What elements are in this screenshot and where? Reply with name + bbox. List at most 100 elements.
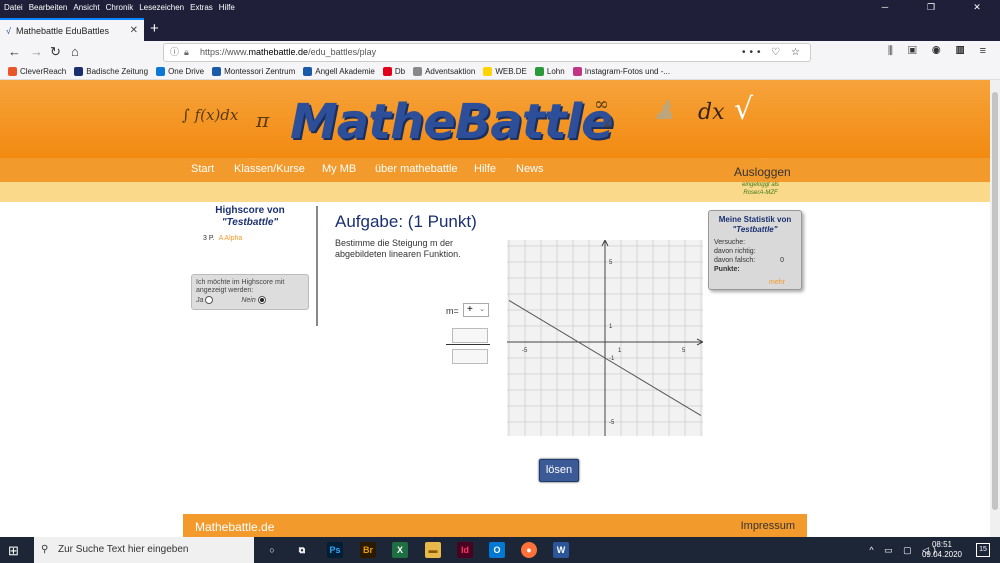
chevron-down-icon: ⌄ <box>479 306 485 313</box>
tab-title: Mathebattle EduBattles <box>15 25 110 36</box>
info-icon[interactable]: ⓘ <box>170 44 179 61</box>
bookmark-favicon-icon <box>413 67 423 76</box>
cortana-icon[interactable]: ○ <box>264 542 280 558</box>
bookmark-favicon-icon <box>382 67 392 76</box>
taskbar-clock[interactable]: 08:51 09.04.2020 <box>922 540 962 560</box>
highscore-entry: 3 P. A Alpha <box>203 235 315 242</box>
url-path: /edu_battles/play <box>308 47 377 57</box>
url-bar[interactable]: ⓘ 🔒︎ https://www.mathebattle.de/edu_batt… <box>163 43 811 62</box>
menu-lesezeichen[interactable]: Lesezeichen <box>139 3 184 12</box>
bookmark-item[interactable]: CleverReach <box>8 67 66 76</box>
menu-ansicht[interactable]: Ansicht <box>73 3 99 12</box>
page-scrollbar[interactable] <box>990 80 1000 537</box>
column-divider <box>316 206 318 326</box>
highscore-title: Highscore von <box>215 205 285 216</box>
url-actions: ••• ♡ ☆ <box>742 44 804 61</box>
hamburger-menu-icon[interactable]: ≡ <box>980 45 992 57</box>
nav-start[interactable]: Start <box>191 163 214 175</box>
navigation-bar: ← → ↻ ⌂ ⓘ 🔒︎ https://www.mathebattle.de/… <box>0 41 1000 64</box>
clock-time: 08:51 <box>931 540 952 549</box>
bookmark-item[interactable]: Adventsaktion <box>413 67 475 76</box>
pocket-icon[interactable]: ♡ <box>771 47 784 58</box>
bookmark-item[interactable]: Lohn <box>534 67 565 76</box>
windows-start-icon[interactable]: ⊞ <box>8 543 19 559</box>
reload-icon[interactable]: ↻ <box>50 44 61 60</box>
bookmark-star-icon[interactable]: ☆ <box>791 47 804 58</box>
search-placeholder: Zur Suche Text hier eingeben <box>58 544 189 555</box>
nav-ueber-mathebattle[interactable]: über mathebattle <box>375 163 458 175</box>
menu-extras[interactable]: Extras <box>190 3 213 12</box>
statistics-panel: Meine Statistik von "Testbattle" Versuch… <box>708 210 802 290</box>
solve-button[interactable]: lösen <box>539 459 579 482</box>
more-actions-icon[interactable]: ••• <box>742 47 765 58</box>
stats-wrong-label: davon falsch: <box>714 257 756 264</box>
extensions-icon[interactable]: ▦ <box>956 45 971 57</box>
bookmark-favicon-icon <box>74 67 84 76</box>
bookmark-item[interactable]: WEB.DE <box>483 67 527 76</box>
browser-tab[interactable]: √ Mathebattle EduBattles ✕ <box>0 18 144 41</box>
sub-navigation-bar <box>0 182 990 202</box>
file-explorer-icon[interactable]: ▬ <box>425 542 441 558</box>
nav-news[interactable]: News <box>516 163 544 175</box>
menu-bearbeiten[interactable]: Bearbeiten <box>29 3 68 12</box>
forward-icon[interactable]: → <box>30 44 43 59</box>
close-window-icon[interactable]: ✕ <box>954 0 1000 14</box>
sqrt-symbol-icon: √ <box>734 92 754 127</box>
sign-select[interactable]: + ⌄ <box>463 303 489 317</box>
menu-chronik[interactable]: Chronik <box>106 3 134 12</box>
stats-points-label: Punkte: <box>714 266 740 273</box>
scrollbar-thumb[interactable] <box>992 92 998 510</box>
indesign-icon[interactable]: Id <box>457 542 473 558</box>
nav-my-mb[interactable]: My MB <box>322 163 356 175</box>
stats-row-wrong: davon falsch: 0 <box>714 256 796 265</box>
logout-link[interactable]: Ausloggen <box>734 165 791 179</box>
bookmark-label: Db <box>394 67 406 76</box>
sidebar-icon[interactable]: ▣ <box>908 45 923 57</box>
numerator-input[interactable] <box>452 328 488 343</box>
denominator-input[interactable] <box>452 349 488 364</box>
home-icon[interactable]: ⌂ <box>71 44 79 59</box>
menu-datei[interactable]: Datei <box>4 3 23 12</box>
notifications-icon[interactable]: 15 <box>976 543 990 557</box>
maximize-icon[interactable]: ❐ <box>908 0 954 14</box>
minimize-icon[interactable]: ─ <box>862 0 908 14</box>
bookmark-label: One Drive <box>168 67 205 76</box>
bookmark-item[interactable]: Instagram-Fotos und -... <box>572 67 670 76</box>
bookmark-item[interactable]: Montessori Zentrum <box>212 67 295 76</box>
library-icon[interactable]: ⫼ <box>888 45 899 57</box>
account-icon[interactable]: ◉ <box>932 45 947 57</box>
back-icon[interactable]: ← <box>8 44 21 59</box>
radio-yes[interactable] <box>205 296 214 304</box>
outlook-icon[interactable]: O <box>489 542 505 558</box>
firefox-icon[interactable]: ● <box>521 542 537 558</box>
function-graph: -5 1 551-1-5 <box>507 240 703 436</box>
lock-icon[interactable]: 🔒︎ <box>184 44 189 61</box>
word-icon[interactable]: W <box>553 542 569 558</box>
new-tab-icon[interactable]: + <box>150 20 159 37</box>
windows-taskbar: ⊞ ⚲ Zur Suche Text hier eingeben ○ ⧉ Ps … <box>0 537 1000 563</box>
menu-hilfe[interactable]: Hilfe <box>219 3 235 12</box>
stats-more-link[interactable]: mehr <box>769 279 785 286</box>
bookmark-item[interactable]: Angell Akademie <box>303 67 375 76</box>
bookmark-item[interactable]: Badische Zeitung <box>74 67 148 76</box>
slope-label: m= <box>446 306 459 316</box>
stats-battle-name: "Testbattle" <box>732 225 778 234</box>
bridge-icon[interactable]: Br <box>360 542 376 558</box>
task-view-icon[interactable]: ⧉ <box>294 542 310 558</box>
photoshop-icon[interactable]: Ps <box>327 542 343 558</box>
radio-no[interactable] <box>257 296 266 304</box>
site-logo[interactable]: MatheBattle <box>290 94 614 150</box>
window-controls: ─ ❐ ✕ <box>862 0 1000 14</box>
excel-icon[interactable]: X <box>392 542 408 558</box>
highscore-player[interactable]: A Alpha <box>219 235 243 242</box>
close-tab-icon[interactable]: ✕ <box>130 25 138 36</box>
footer-site-name[interactable]: Mathebattle.de <box>195 520 274 534</box>
bookmark-item[interactable]: Db <box>382 67 406 76</box>
bookmark-item[interactable]: One Drive <box>156 67 204 76</box>
taskbar-search[interactable]: ⚲ Zur Suche Text hier eingeben <box>34 537 254 563</box>
url-prefix: https://www. <box>200 47 249 57</box>
nav-klassen-kurse[interactable]: Klassen/Kurse <box>234 163 305 175</box>
nav-hilfe[interactable]: Hilfe <box>474 163 496 175</box>
site-navigation: Start Klassen/Kurse My MB über mathebatt… <box>0 158 990 182</box>
impressum-link[interactable]: Impressum <box>741 520 795 532</box>
